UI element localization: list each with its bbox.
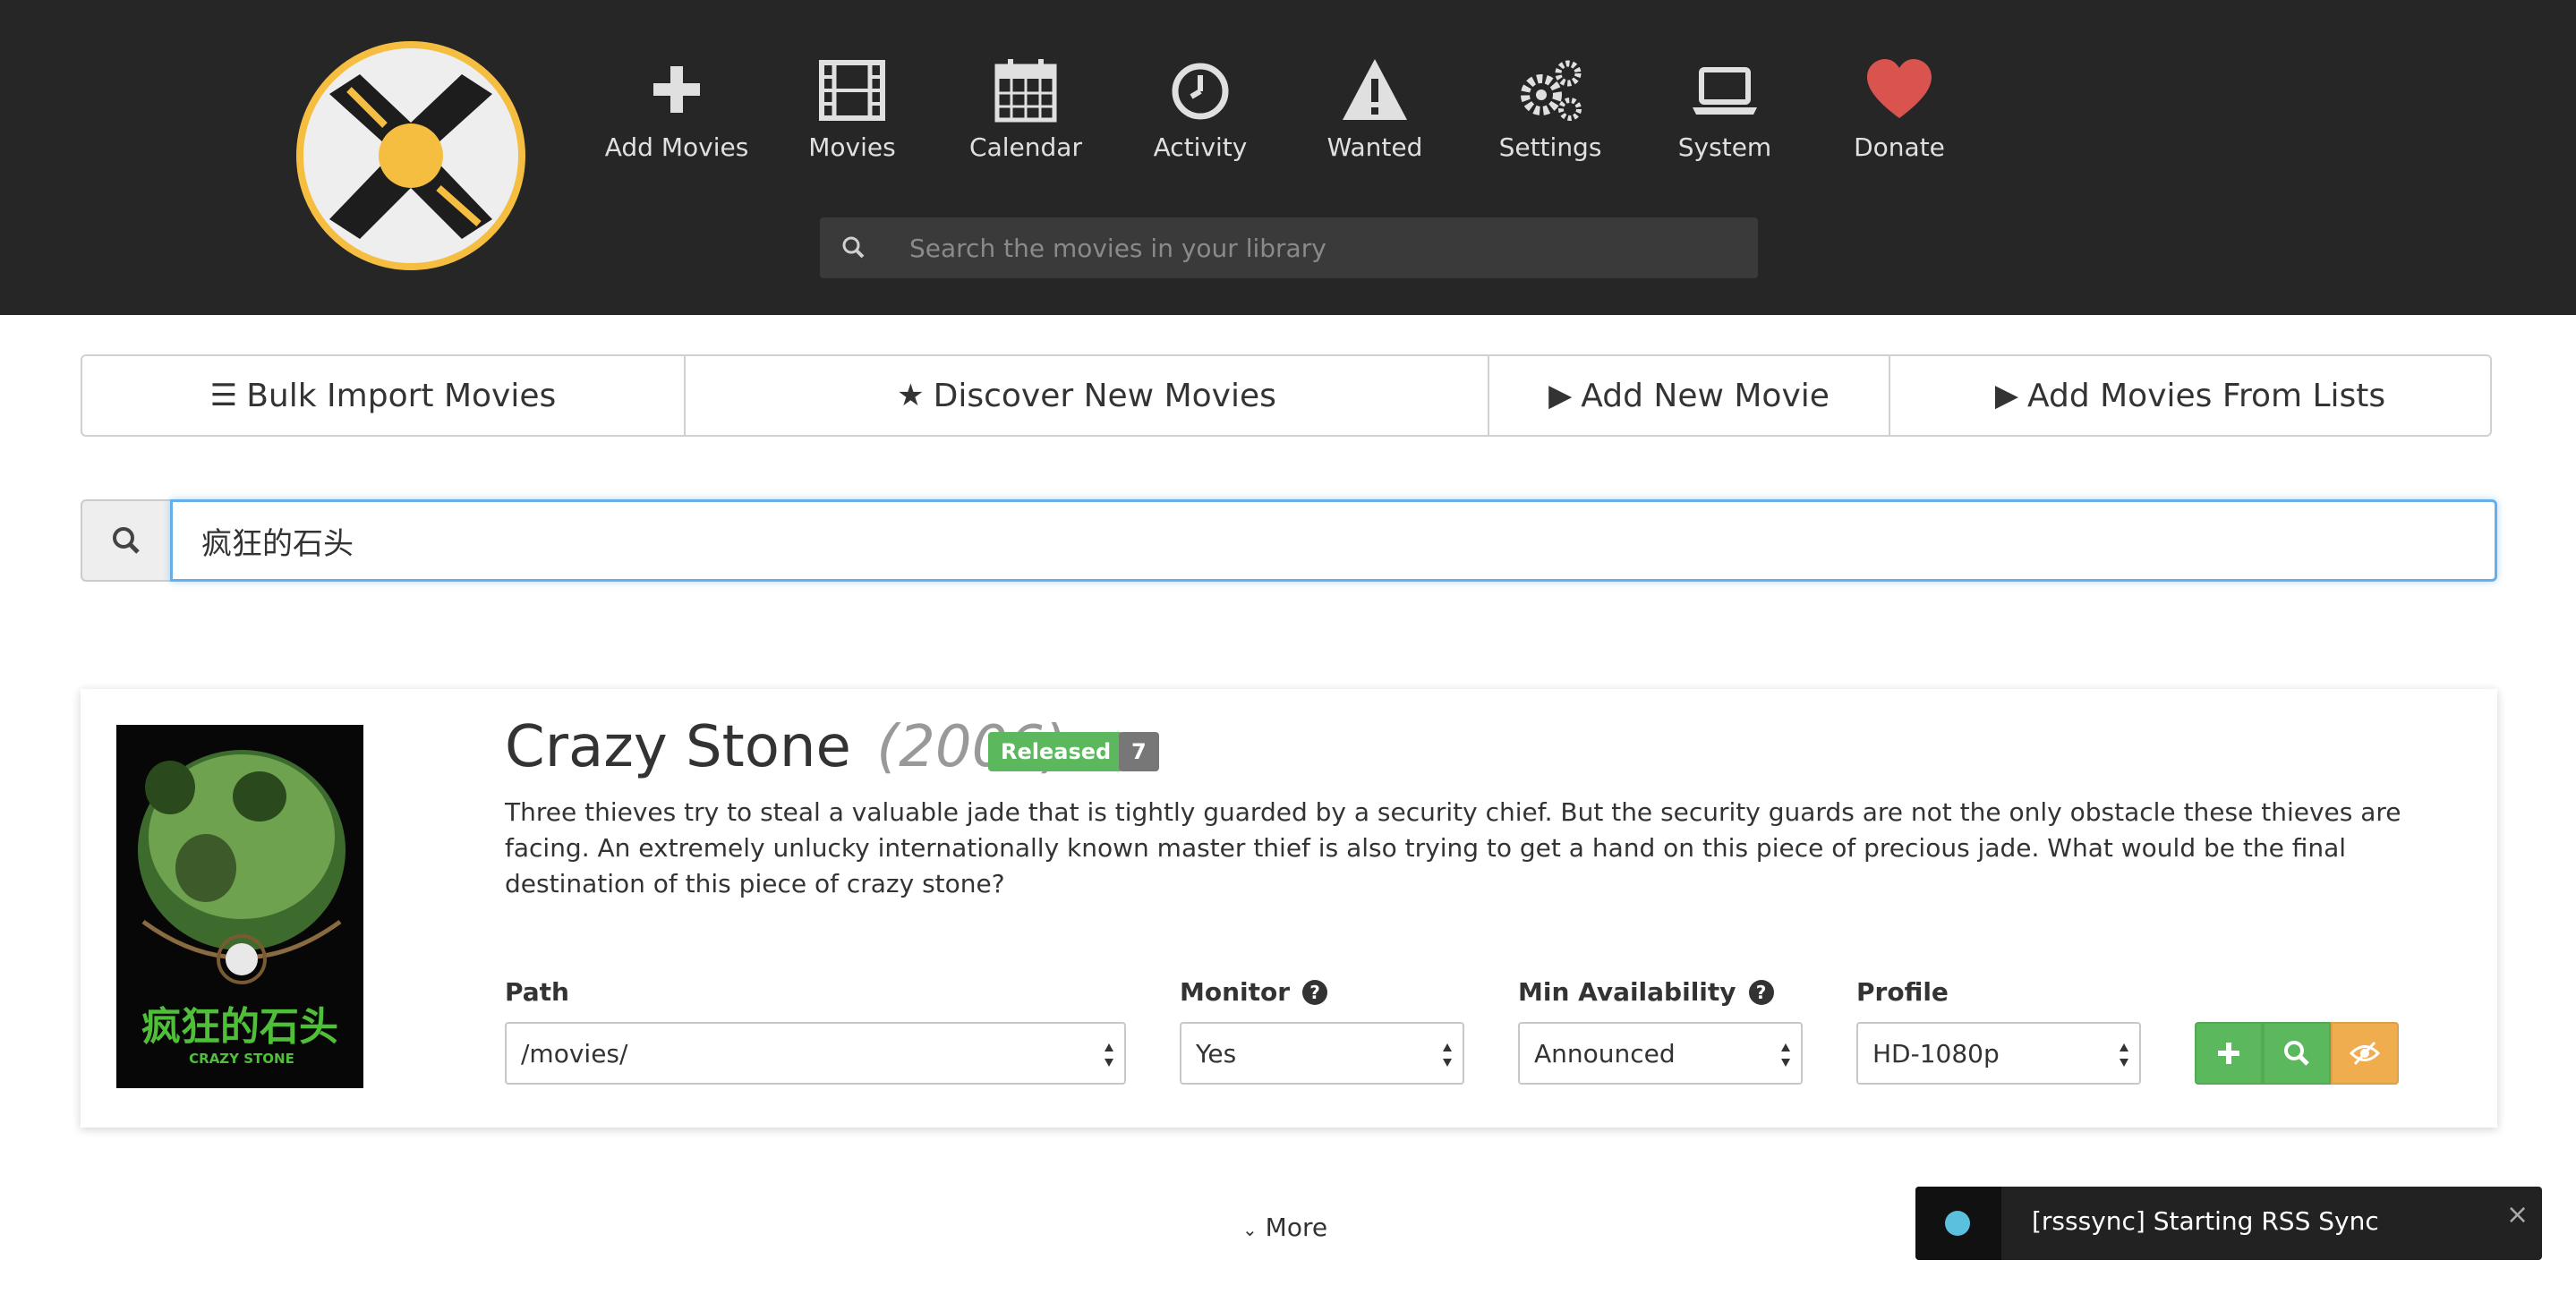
- monitor-label: Monitor?: [1180, 977, 1328, 1007]
- laptop-icon: [1693, 67, 1757, 115]
- monitor-select[interactable]: Yes: [1180, 1022, 1464, 1085]
- discover-new-movies-button[interactable]: ★ Discover New Movies: [686, 356, 1489, 435]
- warning-icon: [1343, 59, 1407, 120]
- nav-system[interactable]: System: [1635, 54, 1814, 162]
- path-label: Path: [505, 977, 569, 1007]
- movie-overview: Three thieves try to steal a valuable ja…: [505, 797, 2401, 898]
- movie-title: Crazy Stone (2006): [505, 714, 1067, 780]
- info-dot-icon: [1945, 1211, 1970, 1236]
- heart-icon: [1867, 59, 1932, 118]
- poster-title-text: 疯狂的石头: [141, 1004, 338, 1050]
- bulk-import-button[interactable]: ☰ Bulk Import Movies: [82, 356, 686, 435]
- select-arrows-icon: [1781, 1043, 1790, 1067]
- movie-poster[interactable]: 疯狂的石头 CRAZY STONE: [116, 725, 363, 1088]
- select-arrows-icon: [2120, 1043, 2128, 1067]
- radarr-logo[interactable]: [295, 40, 526, 271]
- poster-subtitle-text: CRAZY STONE: [189, 1051, 294, 1067]
- movie-search-group: [81, 499, 2497, 582]
- monitor-label-text: Monitor: [1180, 977, 1291, 1007]
- exclude-movie-button[interactable]: [2331, 1022, 2399, 1085]
- min-availability-select[interactable]: Announced: [1518, 1022, 1803, 1085]
- movie-action-buttons: [2195, 1022, 2399, 1085]
- nav-label: System: [1677, 132, 1772, 162]
- nav-label: Calendar: [969, 132, 1082, 162]
- search-icon: [842, 236, 865, 259]
- search-result-card: 疯狂的石头 CRAZY STONE Crazy Stone (2006) Rel…: [81, 689, 2497, 1128]
- nav-label: Wanted: [1326, 132, 1423, 162]
- toast-message: [rsssync] Starting RSS Sync: [2032, 1206, 2379, 1236]
- eye-slash-icon: [2350, 1041, 2380, 1066]
- search-icon: [113, 527, 140, 554]
- select-arrows-icon: [1443, 1043, 1452, 1067]
- more-label: More: [1265, 1213, 1328, 1242]
- more-link[interactable]: ⌄ More: [1242, 1213, 1327, 1242]
- path-select[interactable]: /movies/: [505, 1022, 1126, 1085]
- profile-select[interactable]: HD-1080p: [1856, 1022, 2141, 1085]
- profile-label: Profile: [1856, 977, 1949, 1007]
- nav-settings[interactable]: Settings: [1461, 54, 1640, 162]
- chevron-down-icon: ⌄: [1242, 1219, 1258, 1240]
- gears-icon: [1521, 60, 1582, 121]
- help-icon[interactable]: ?: [1748, 980, 1774, 1005]
- close-icon[interactable]: ×: [2506, 1199, 2529, 1230]
- search-icon: [2284, 1041, 2309, 1066]
- nav-donate[interactable]: Donate: [1810, 54, 1989, 162]
- notification-toast: [rsssync] Starting RSS Sync ×: [1915, 1187, 2542, 1260]
- movie-search-input[interactable]: [170, 499, 2497, 582]
- add-movies-from-lists-button[interactable]: ▶ Add Movies From Lists: [1890, 356, 2490, 435]
- search-addon: [81, 499, 170, 582]
- nav-label: Settings: [1498, 132, 1602, 162]
- profile-select-value: HD-1080p: [1872, 1038, 2000, 1068]
- min-availability-label-text: Min Availability: [1518, 977, 1736, 1007]
- status-badge: Released: [988, 732, 1124, 771]
- discover-label: Discover New Movies: [933, 377, 1276, 414]
- movie-title-text: Crazy Stone: [505, 714, 851, 780]
- bulk-import-label: Bulk Import Movies: [246, 377, 557, 414]
- nav-activity[interactable]: Activity: [1111, 54, 1290, 162]
- library-search[interactable]: [820, 217, 1758, 278]
- rating-badge: 7: [1119, 732, 1159, 771]
- play-icon: ▶: [1994, 378, 2018, 413]
- library-search-input[interactable]: [909, 217, 1733, 278]
- select-arrows-icon: [1105, 1043, 1113, 1067]
- add-movie-button[interactable]: [2195, 1022, 2263, 1085]
- add-from-lists-label: Add Movies From Lists: [2026, 377, 2386, 414]
- min-availability-select-value: Announced: [1534, 1038, 1676, 1068]
- nav-label: Activity: [1153, 132, 1248, 162]
- nav-calendar[interactable]: Calendar: [936, 54, 1115, 162]
- monitor-select-value: Yes: [1196, 1038, 1237, 1068]
- min-availability-label: Min Availability?: [1518, 977, 1774, 1007]
- add-new-movie-label: Add New Movie: [1581, 377, 1830, 414]
- nav-label: Movies: [808, 132, 896, 162]
- play-icon: ▶: [1548, 378, 1573, 413]
- nav-wanted[interactable]: Wanted: [1285, 54, 1464, 162]
- list-icon: ☰: [209, 378, 238, 413]
- add-new-movie-button[interactable]: ▶ Add New Movie: [1489, 356, 1890, 435]
- calendar-icon: [994, 59, 1057, 123]
- plus-icon: [653, 66, 700, 113]
- toast-icon-area: [1915, 1187, 2001, 1260]
- star-icon: ★: [897, 378, 925, 413]
- nav-movies[interactable]: Movies: [763, 54, 942, 162]
- nav-label: Add Movies: [604, 132, 749, 162]
- film-icon: [819, 60, 885, 121]
- nav-add-movies[interactable]: Add Movies: [587, 54, 766, 162]
- help-icon[interactable]: ?: [1302, 980, 1328, 1005]
- add-movies-action-bar: ☰ Bulk Import Movies ★ Discover New Movi…: [81, 354, 2492, 437]
- nav-label: Donate: [1854, 132, 1945, 162]
- plus-icon: [2218, 1043, 2239, 1064]
- top-header: Add Movies Movies Calendar Activity Want…: [0, 0, 2576, 315]
- path-select-value: /movies/: [521, 1038, 628, 1068]
- clock-icon: [1172, 63, 1229, 120]
- add-and-search-button[interactable]: [2263, 1022, 2331, 1085]
